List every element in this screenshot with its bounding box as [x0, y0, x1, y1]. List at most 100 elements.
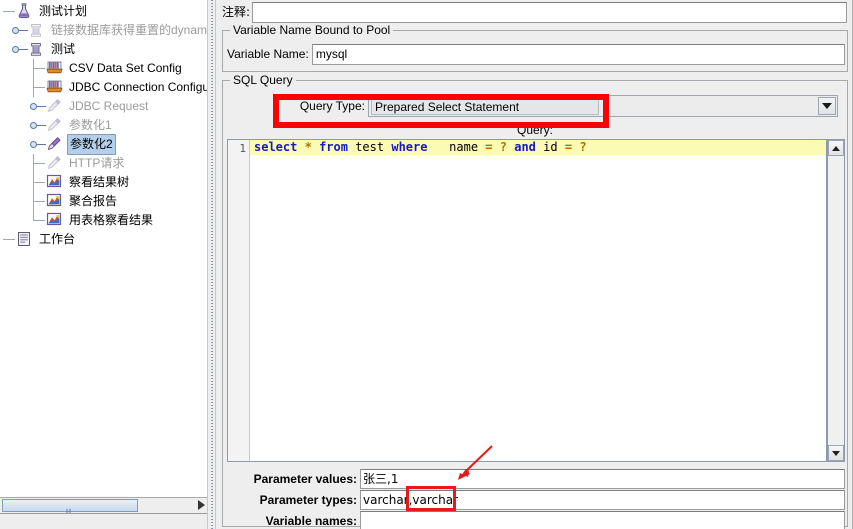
sql-token	[493, 140, 500, 154]
sql-query-group: SQL Query Query Type: Prepared Select St…	[222, 80, 848, 527]
query-caption-label: Query:	[223, 123, 847, 137]
tree-expand-handle-icon[interactable]	[30, 116, 46, 135]
thread-group-icon	[28, 41, 46, 58]
sql-query-editor[interactable]: 1 select * from test where name = ? and …	[227, 139, 827, 462]
panel-splitter[interactable]	[207, 0, 216, 529]
parameter-values-row: Parameter values: 张三,1	[227, 469, 845, 489]
sql-token: from	[319, 140, 348, 154]
variable-name-input[interactable]: mysql	[312, 44, 845, 65]
query-type-row: Query Type: Prepared Select Statement	[233, 95, 838, 117]
tree-item-label: 链接数据库获得重置的dynamic -	[49, 21, 208, 40]
tree-item-12[interactable]: 工作台	[0, 230, 207, 249]
sql-query-group-title: SQL Query	[230, 73, 296, 87]
tree-item-2[interactable]: 测试	[0, 40, 207, 59]
parameter-types-label: Parameter types:	[227, 490, 360, 510]
tree-connector-icon	[0, 2, 16, 21]
tree-item-label: 参数化1	[67, 116, 114, 135]
sql-token: ?	[579, 140, 586, 154]
listener-icon	[46, 212, 64, 229]
sql-token	[558, 140, 565, 154]
config-element-icon	[46, 60, 64, 77]
tree-expand-handle-icon[interactable]	[30, 97, 46, 116]
tree-expand-handle-icon[interactable]	[12, 21, 28, 40]
listener-icon	[46, 193, 64, 210]
tree-item-label: CSV Data Set Config	[67, 59, 184, 78]
scroll-up-arrow-icon[interactable]	[828, 140, 844, 156]
sampler-icon	[46, 136, 64, 153]
tree-horizontal-scrollbar[interactable]	[0, 497, 207, 513]
tree-item-label: 参数化2	[67, 134, 116, 155]
comment-input[interactable]	[252, 2, 847, 23]
tree-item-8[interactable]: HTTP请求	[0, 154, 207, 173]
tree-scrollbar-thumb[interactable]	[2, 499, 138, 512]
tree-item-label: 测试计划	[37, 2, 89, 21]
tree-item-10[interactable]: 聚合报告	[0, 192, 207, 211]
sampler-icon	[46, 98, 64, 115]
tree-connector-icon	[30, 173, 46, 192]
sampler-icon	[46, 155, 64, 172]
line-number-gutter: 1	[228, 140, 250, 461]
scrollbar-grip-icon	[67, 503, 74, 510]
tree-item-6[interactable]: 参数化1	[0, 116, 207, 135]
sql-code-line[interactable]: select * from test where name = ? and id…	[250, 140, 826, 155]
tree-item-label: 用表格察看结果	[67, 211, 155, 230]
tree-connector-icon	[0, 230, 16, 249]
parameter-values-label: Parameter values:	[227, 469, 360, 489]
sql-editor-vertical-scrollbar[interactable]	[827, 139, 845, 462]
query-type-label: Query Type:	[233, 95, 368, 117]
sql-token: name	[449, 140, 478, 154]
workbench-icon	[16, 231, 34, 248]
listener-icon	[46, 174, 64, 191]
sql-token: test	[355, 140, 384, 154]
variable-name-bound-to-pool-group: Variable Name Bound to Pool Variable Nam…	[222, 30, 848, 72]
tree-item-3[interactable]: CSV Data Set Config	[0, 59, 207, 78]
jmeter-window: 测试计划链接数据库获得重置的dynamic -测试CSV Data Set Co…	[0, 0, 853, 529]
tree-item-11[interactable]: 用表格察看结果	[0, 211, 207, 230]
variable-name-label: Variable Name:	[227, 44, 312, 65]
tree-expand-handle-icon[interactable]	[12, 40, 28, 59]
sql-token: =	[565, 140, 572, 154]
sql-token: where	[391, 140, 427, 154]
tree-item-label: 聚合报告	[67, 192, 119, 211]
tree-item-label: 工作台	[37, 230, 77, 249]
parameter-types-row: Parameter types: varchar,varchar	[227, 490, 845, 510]
config-element-icon	[46, 79, 64, 96]
variable-names-input[interactable]	[360, 511, 845, 529]
sql-token: =	[485, 140, 492, 154]
test-plan-tree-panel[interactable]: 测试计划链接数据库获得重置的dynamic -测试CSV Data Set Co…	[0, 0, 208, 514]
parameter-types-input[interactable]: varchar,varchar	[360, 490, 845, 510]
variable-names-label: Variable names:	[227, 511, 360, 529]
comment-label: 注释:	[222, 2, 252, 23]
tree-connector-icon	[30, 192, 46, 211]
parameter-values-input[interactable]: 张三,1	[360, 469, 845, 489]
tree-item-9[interactable]: 察看结果树	[0, 173, 207, 192]
variable-name-row: Variable Name: mysql	[227, 44, 845, 65]
sql-token: select	[254, 140, 297, 154]
tree-item-4[interactable]: JDBC Connection Configurat	[0, 78, 207, 97]
test-plan-tree[interactable]: 测试计划链接数据库获得重置的dynamic -测试CSV Data Set Co…	[0, 0, 207, 249]
sql-token	[312, 140, 319, 154]
tree-connector-icon	[30, 154, 46, 173]
sql-token	[297, 140, 304, 154]
query-type-dropdown[interactable]: Prepared Select Statement	[368, 95, 838, 117]
tree-connector-icon	[30, 211, 46, 230]
tree-item-5[interactable]: JDBC Request	[0, 97, 207, 116]
tree-expand-handle-icon[interactable]	[30, 135, 46, 154]
sql-token: ?	[500, 140, 507, 154]
query-type-selected-value[interactable]: Prepared Select Statement	[371, 97, 599, 115]
thread-group-icon	[28, 22, 46, 39]
scroll-down-arrow-icon[interactable]	[828, 445, 844, 461]
scroll-right-arrow-icon[interactable]	[198, 500, 205, 510]
tree-item-label: JDBC Request	[67, 97, 150, 116]
sql-token: and	[514, 140, 536, 154]
tree-item-0[interactable]: 测试计划	[0, 2, 207, 21]
variable-names-row: Variable names:	[227, 511, 845, 529]
chevron-down-icon[interactable]	[818, 97, 836, 115]
tree-item-7[interactable]: 参数化2	[0, 135, 207, 154]
tree-item-label: JDBC Connection Configurat	[67, 78, 208, 97]
sql-code-area[interactable]: select * from test where name = ? and id…	[250, 140, 826, 461]
comment-row: 注释:	[222, 2, 847, 23]
sql-token	[427, 140, 449, 154]
splitter-grip-icon	[211, 0, 213, 529]
tree-item-1[interactable]: 链接数据库获得重置的dynamic -	[0, 21, 207, 40]
